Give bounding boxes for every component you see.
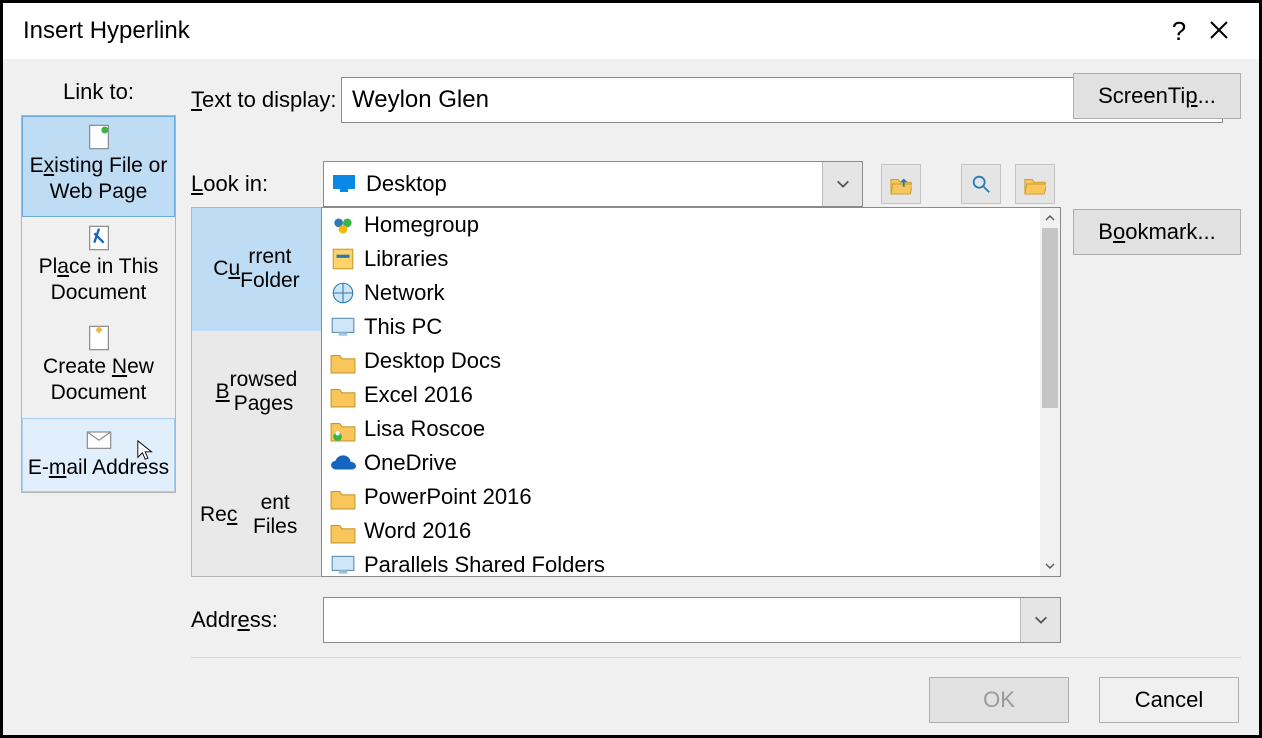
list-item-label: Word 2016 bbox=[364, 518, 471, 544]
address-label: Address: bbox=[191, 607, 323, 633]
chevron-down-icon bbox=[835, 176, 851, 192]
up-one-level-button[interactable] bbox=[881, 164, 921, 204]
list-item[interactable]: Desktop Docs bbox=[322, 344, 1040, 378]
bookmark-button[interactable]: Bookmark... bbox=[1073, 209, 1241, 255]
list-item-label: PowerPoint 2016 bbox=[364, 484, 532, 510]
address-row: Address: bbox=[191, 597, 1061, 643]
list-item[interactable]: Excel 2016 bbox=[322, 378, 1040, 412]
folder-icon bbox=[330, 518, 356, 544]
page-new-icon bbox=[85, 324, 113, 352]
list-item-label: Network bbox=[364, 280, 445, 306]
folder-icon bbox=[330, 382, 356, 408]
page-web-icon bbox=[85, 123, 113, 151]
homegroup-icon bbox=[330, 212, 356, 238]
linkto-email[interactable]: E-mail Address bbox=[22, 418, 175, 492]
list-item-label: OneDrive bbox=[364, 450, 457, 476]
list-item-label: Parallels Shared Folders bbox=[364, 552, 605, 576]
folder-icon bbox=[330, 348, 356, 374]
list-item-label: This PC bbox=[364, 314, 442, 340]
lookin-label: Look in: bbox=[191, 171, 323, 197]
help-button[interactable]: ? bbox=[1159, 16, 1199, 47]
mail-icon bbox=[85, 425, 113, 453]
tab-current-folder[interactable]: CurrentFolder bbox=[192, 208, 321, 331]
lookin-combo[interactable]: Desktop bbox=[323, 161, 863, 207]
list-item-label: Homegroup bbox=[364, 212, 479, 238]
scrollbar-thumb[interactable] bbox=[1042, 228, 1058, 408]
browse-panel: CurrentFolder BrowsedPages Recent Files … bbox=[191, 207, 1061, 577]
tab-recent-files[interactable]: Recent Files bbox=[192, 453, 321, 576]
list-item[interactable]: Parallels Shared Folders bbox=[322, 548, 1040, 576]
search-icon bbox=[970, 173, 992, 195]
right-panel: Text to display: ScreenTip... Bookmark..… bbox=[191, 73, 1241, 735]
close-icon bbox=[1209, 20, 1229, 40]
list-item-label: Desktop Docs bbox=[364, 348, 501, 374]
folder-up-icon bbox=[890, 173, 912, 195]
list-item[interactable]: Lisa Roscoe bbox=[322, 412, 1040, 446]
address-combo[interactable] bbox=[323, 597, 1061, 643]
scrollbar[interactable] bbox=[1040, 208, 1060, 576]
text-to-display-label: Text to display: bbox=[191, 87, 341, 113]
chevron-down-icon bbox=[1033, 612, 1049, 628]
pc-icon bbox=[330, 552, 356, 576]
folder-open-icon bbox=[1024, 173, 1046, 195]
linkto-list: Existing File orWeb Page Place in ThisDo… bbox=[21, 115, 176, 493]
lookin-dropdown[interactable] bbox=[822, 162, 862, 206]
folder-icon bbox=[330, 484, 356, 510]
linkto-place-in-doc[interactable]: Place in ThisDocument bbox=[22, 217, 175, 318]
lookin-value: Desktop bbox=[366, 171, 447, 197]
list-item[interactable]: Word 2016 bbox=[322, 514, 1040, 548]
side-buttons: ScreenTip... Bookmark... bbox=[1073, 73, 1241, 255]
libraries-icon bbox=[330, 246, 356, 272]
browse-tabs: CurrentFolder BrowsedPages Recent Files bbox=[191, 207, 321, 577]
linkto-panel: Link to: Existing File orWeb Page Place … bbox=[21, 79, 176, 493]
page-location-icon bbox=[85, 224, 113, 252]
scroll-up-icon bbox=[1044, 212, 1056, 224]
dialog-body: Link to: Existing File orWeb Page Place … bbox=[3, 59, 1259, 735]
list-item-label: Libraries bbox=[364, 246, 448, 272]
list-item[interactable]: PowerPoint 2016 bbox=[322, 480, 1040, 514]
ok-button[interactable]: OK bbox=[929, 677, 1069, 723]
list-item[interactable]: Network bbox=[322, 276, 1040, 310]
dialog-title: Insert Hyperlink bbox=[23, 17, 190, 45]
desktop-icon bbox=[332, 172, 356, 196]
titlebar: Insert Hyperlink ? bbox=[3, 3, 1259, 59]
network-icon bbox=[330, 280, 356, 306]
list-item[interactable]: Homegroup bbox=[322, 208, 1040, 242]
list-item[interactable]: OneDrive bbox=[322, 446, 1040, 480]
list-item-label: Lisa Roscoe bbox=[364, 416, 485, 442]
cancel-button[interactable]: Cancel bbox=[1099, 677, 1239, 723]
linkto-create-new[interactable]: Create NewDocument bbox=[22, 317, 175, 418]
linkto-existing-file[interactable]: Existing File orWeb Page bbox=[22, 116, 175, 217]
list-item-label: Excel 2016 bbox=[364, 382, 473, 408]
linkto-header: Link to: bbox=[21, 79, 176, 105]
browse-file-button[interactable] bbox=[1015, 164, 1055, 204]
separator bbox=[191, 657, 1241, 658]
pc-icon bbox=[330, 314, 356, 340]
file-list[interactable]: Homegroup Libraries Network This PC Desktop … bbox=[321, 207, 1061, 577]
list-item[interactable]: Libraries bbox=[322, 242, 1040, 276]
tab-browsed-pages[interactable]: BrowsedPages bbox=[192, 331, 321, 454]
list-item[interactable]: This PC bbox=[322, 310, 1040, 344]
onedrive-icon bbox=[330, 450, 356, 476]
close-button[interactable] bbox=[1199, 16, 1239, 47]
scroll-down-icon bbox=[1044, 560, 1056, 572]
browse-web-button[interactable] bbox=[961, 164, 1001, 204]
cursor-icon bbox=[136, 439, 158, 461]
bottom-buttons: OK Cancel bbox=[191, 677, 1241, 723]
address-dropdown[interactable] bbox=[1020, 598, 1060, 642]
user-icon bbox=[330, 416, 356, 442]
screentip-button[interactable]: ScreenTip... bbox=[1073, 73, 1241, 119]
